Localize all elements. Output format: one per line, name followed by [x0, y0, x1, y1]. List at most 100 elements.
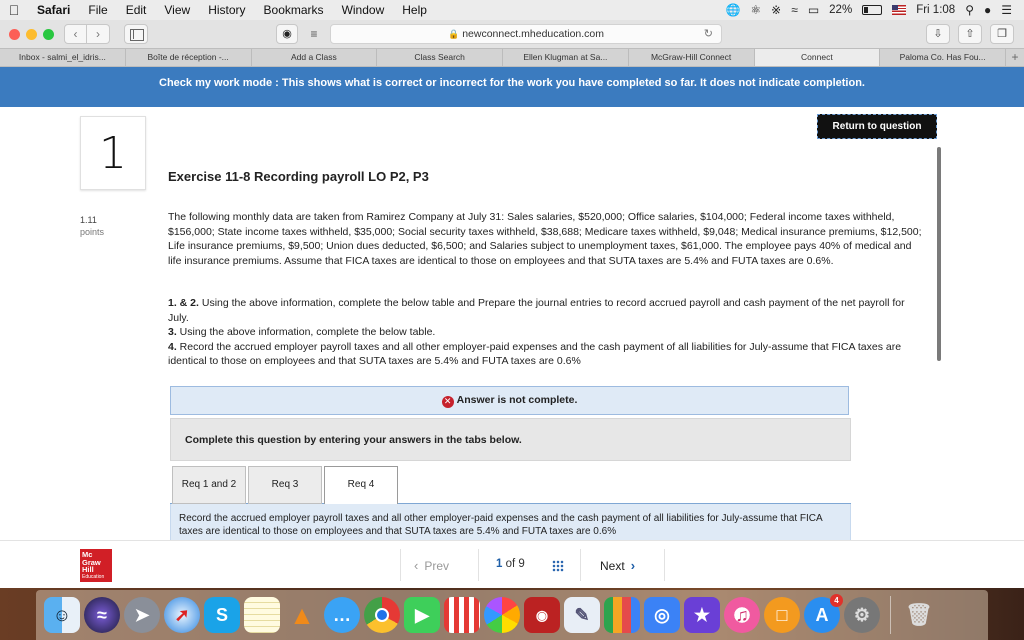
- browser-tab[interactable]: McGraw-Hill Connect: [629, 49, 755, 66]
- messages-icon[interactable]: …: [324, 597, 360, 633]
- instruction-item: 4. Record the accrued employer payroll t…: [168, 340, 908, 369]
- back-button[interactable]: ‹: [64, 24, 87, 44]
- browser-tab[interactable]: Paloma Co. Has Fou...: [880, 49, 1006, 66]
- safari-icon[interactable]: ➚: [164, 597, 200, 633]
- question-number: 1: [80, 116, 146, 190]
- menu-history[interactable]: History: [199, 3, 254, 17]
- question-grid-icon[interactable]: [552, 560, 564, 572]
- facetime-icon[interactable]: ▶: [404, 597, 440, 633]
- itunes-icon[interactable]: ♫: [724, 597, 760, 633]
- globe-icon[interactable]: 🌐: [725, 3, 740, 17]
- chrome-icon[interactable]: [364, 597, 400, 633]
- menu-bookmarks[interactable]: Bookmarks: [255, 3, 333, 17]
- tabs-overview-icon[interactable]: ❐: [990, 24, 1014, 44]
- address-bar[interactable]: 🔒 newconnect.mheducation.com ↻: [330, 24, 722, 44]
- current-page: 1: [496, 558, 503, 570]
- page-scrollbar[interactable]: [937, 147, 941, 361]
- keynote-icon[interactable]: ◎: [644, 597, 680, 633]
- lock-icon: 🔒: [447, 29, 460, 39]
- forward-button[interactable]: ›: [87, 24, 110, 44]
- downloads-icon[interactable]: ⇩: [926, 24, 950, 44]
- tab-req-4[interactable]: Req 4: [324, 466, 398, 505]
- apple-menu-icon[interactable]: : [0, 2, 28, 18]
- instruction-item: 1. & 2. Using the above information, com…: [168, 296, 908, 325]
- menu-view[interactable]: View: [155, 3, 199, 17]
- question-page: 1 Return to question Exercise 11-8 Recor…: [0, 107, 1024, 540]
- requirement-content: Record the accrued employer payroll taxe…: [170, 504, 851, 540]
- instruction-number: 4.: [168, 340, 177, 353]
- battery-percent[interactable]: 22%: [829, 4, 852, 16]
- input-source-flag-icon[interactable]: [892, 5, 907, 15]
- minimize-window-button[interactable]: [26, 28, 37, 40]
- privacy-extension-icon[interactable]: ◉: [276, 24, 298, 44]
- photo-booth-icon[interactable]: ◉: [524, 597, 560, 633]
- page-indicator[interactable]: 1 of 9: [496, 558, 525, 570]
- menubar-clock[interactable]: Fri 1:08: [916, 4, 955, 16]
- app-store-icon[interactable]: A: [804, 594, 843, 633]
- menu-bar:  Safari File Edit View History Bookmark…: [0, 0, 1024, 20]
- prev-button[interactable]: ‹ Prev: [414, 558, 449, 573]
- notification-center-icon[interactable]: ☰: [1001, 3, 1012, 17]
- return-to-question-button[interactable]: Return to question: [817, 114, 937, 139]
- logo-line: Hill: [82, 565, 94, 574]
- answer-status-text: Answer is not complete.: [456, 394, 578, 406]
- skype-icon[interactable]: S: [204, 597, 240, 633]
- incorrect-x-icon: ✕: [441, 396, 454, 408]
- menu-help[interactable]: Help: [393, 3, 436, 17]
- notes-icon[interactable]: [244, 597, 280, 633]
- bluetooth-icon[interactable]: ※: [771, 3, 781, 17]
- menu-safari[interactable]: Safari: [28, 3, 79, 17]
- reader-mode-icon[interactable]: ≡: [304, 24, 324, 44]
- reload-icon[interactable]: ↻: [704, 25, 713, 43]
- browser-tab[interactable]: Ellen Klugman at Sa...: [503, 49, 629, 66]
- sync-icon[interactable]: ⚛: [750, 3, 761, 17]
- close-window-button[interactable]: [9, 28, 20, 40]
- preview-icon[interactable]: ✎: [564, 597, 600, 633]
- footer-divider: [478, 549, 479, 581]
- history-nav: ‹ ›: [64, 24, 110, 44]
- question-footer: Mc Graw Hill Education ‹ Prev 1 of 9 Next…: [0, 540, 1024, 588]
- menu-window[interactable]: Window: [333, 3, 394, 17]
- browser-toolbar: ‹ › ◉ ≡ 🔒 newconnect.mheducation.com ↻ ⇩ …: [0, 20, 1024, 48]
- instruction-text: Record the accrued employer payroll taxe…: [168, 340, 902, 368]
- menu-file[interactable]: File: [79, 3, 116, 17]
- next-button[interactable]: Next ›: [600, 558, 635, 573]
- tab-req-1-and-2[interactable]: Req 1 and 2: [172, 466, 246, 504]
- airplay-icon[interactable]: ▭: [808, 3, 819, 17]
- numbers-icon[interactable]: [604, 597, 640, 633]
- system-preferences-icon[interactable]: ⚙: [844, 597, 880, 633]
- sidebar-toggle-icon[interactable]: [124, 24, 148, 44]
- photos-icon[interactable]: [484, 597, 520, 633]
- browser-tab[interactable]: Add a Class: [252, 49, 378, 66]
- share-icon[interactable]: ⇧: [958, 24, 982, 44]
- trash-icon[interactable]: 🗑: [901, 597, 937, 633]
- footer-divider: [400, 549, 401, 581]
- fullscreen-window-button[interactable]: [43, 28, 54, 40]
- launchpad-icon[interactable]: ➤: [124, 597, 160, 633]
- wifi-icon[interactable]: ≈: [791, 3, 798, 17]
- new-tab-icon[interactable]: +: [1006, 49, 1024, 66]
- footer-divider: [580, 549, 581, 581]
- dock-separator: [890, 596, 891, 634]
- browser-tab[interactable]: Inbox - salmi_el_idris...: [0, 49, 126, 66]
- chevron-left-icon: ‹: [414, 558, 419, 573]
- url-text: newconnect.mheducation.com: [462, 28, 605, 40]
- ibooks-icon[interactable]: □: [764, 597, 800, 633]
- dock: ☺ ≈ ➤ ➚ S ▲ … ▶ ◉ ✎ ◎ ★ ♫ □ A ⚙ 🗑: [36, 590, 988, 640]
- browser-tab-active[interactable]: Connect: [754, 49, 881, 66]
- spotlight-search-icon[interactable]: ⚲: [965, 3, 974, 17]
- imovie-icon[interactable]: ★: [684, 597, 720, 633]
- menu-edit[interactable]: Edit: [117, 3, 156, 17]
- browser-tab[interactable]: Boîte de réception -...: [126, 49, 252, 66]
- problem-text: The following monthly data are taken fro…: [168, 211, 922, 267]
- battery-icon[interactable]: [862, 5, 883, 15]
- instruction-number: 3.: [168, 326, 177, 338]
- finder-icon[interactable]: ☺: [44, 597, 80, 633]
- vlc-icon[interactable]: ▲: [284, 597, 320, 633]
- prev-label: Prev: [424, 559, 450, 573]
- tab-req-3[interactable]: Req 3: [248, 466, 322, 504]
- popcorn-icon[interactable]: [444, 597, 480, 633]
- browser-tab[interactable]: Class Search: [377, 49, 503, 66]
- siri-icon[interactable]: ≈: [84, 597, 120, 633]
- siri-menubar-icon[interactable]: ●: [984, 3, 991, 17]
